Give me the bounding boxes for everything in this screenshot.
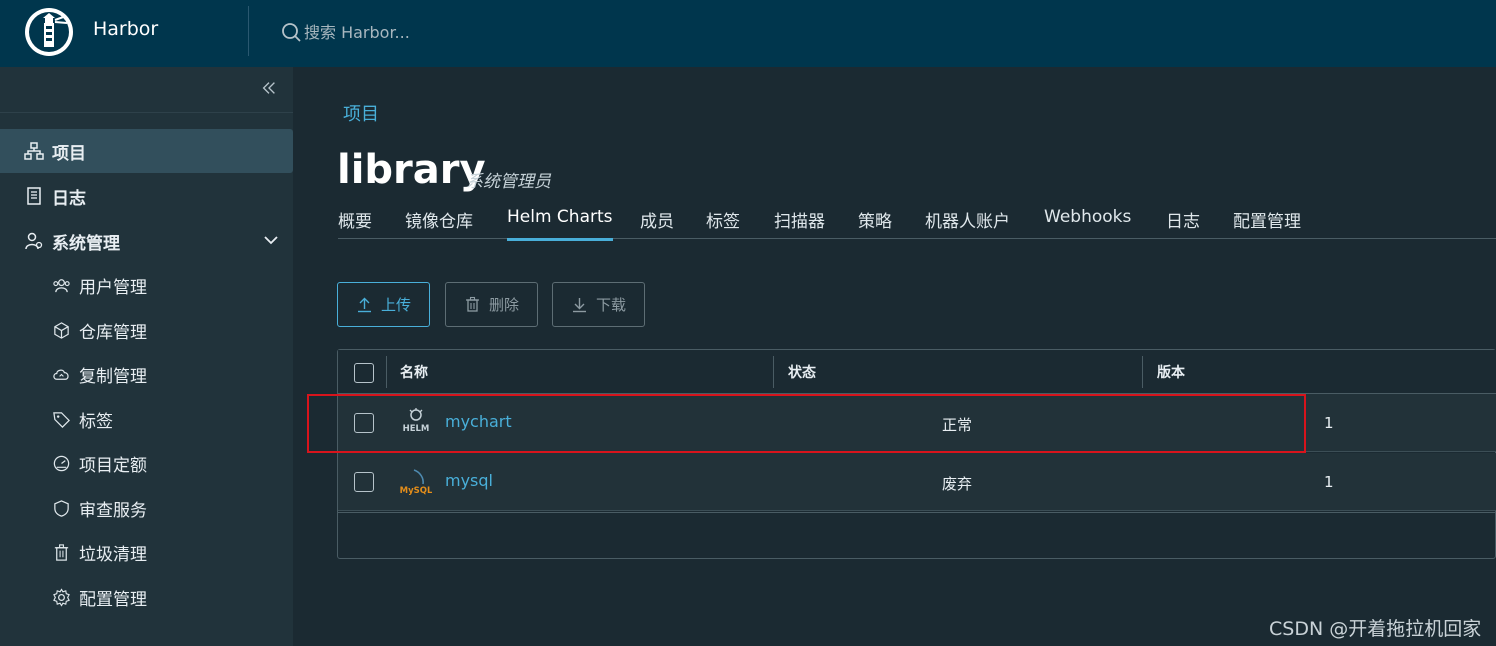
- search-input[interactable]: [304, 22, 664, 42]
- users-icon: [53, 278, 70, 292]
- tab-policy[interactable]: 策略: [858, 207, 892, 239]
- sidebar-item-config[interactable]: 配置管理: [0, 575, 293, 619]
- role-badge: 系统管理员: [466, 172, 551, 192]
- brand-name: Harbor: [93, 18, 159, 40]
- sidebar-item-label: 仓库管理: [79, 322, 147, 343]
- delete-button[interactable]: 删除: [445, 282, 538, 327]
- row-checkbox[interactable]: [354, 472, 374, 492]
- registry-icon: [54, 321, 69, 339]
- download-button[interactable]: 下载: [552, 282, 645, 327]
- tab-helm-charts[interactable]: Helm Charts: [507, 207, 613, 241]
- sidebar-item-interrogation[interactable]: 审查服务: [0, 486, 293, 530]
- upload-icon: [357, 297, 371, 313]
- upload-label: 上传: [380, 297, 411, 314]
- tab-logs[interactable]: 日志: [1166, 207, 1200, 239]
- sidebar-divider: [0, 112, 293, 113]
- page-title: library: [337, 147, 486, 193]
- sidebar-item-label: 日志: [52, 188, 86, 209]
- sidebar: 项目 日志 系统管理 用户管理 仓库管理 复制管理 标签 项目定额 审查服务 垃…: [0, 67, 293, 646]
- tab-scanner[interactable]: 扫描器: [774, 207, 825, 239]
- sidebar-item-logs[interactable]: 日志: [0, 174, 293, 218]
- upload-button[interactable]: 上传: [337, 282, 430, 327]
- trash-icon: [54, 543, 69, 561]
- system-admin-icon: [25, 232, 43, 250]
- chart-status: 废弃: [942, 475, 973, 493]
- tag-icon: [53, 411, 70, 428]
- column-separator: [386, 356, 387, 388]
- tab-robot-accounts[interactable]: 机器人账户: [925, 207, 1010, 239]
- header-divider: [248, 6, 249, 56]
- charts-table: 名称 状态 版本 HELM mychart 正常 1 MySQL mysql 废…: [337, 349, 1496, 559]
- download-icon: [572, 298, 586, 313]
- global-search: [280, 18, 680, 46]
- column-header-version[interactable]: 版本: [1157, 362, 1185, 382]
- replication-icon: [53, 369, 69, 380]
- chart-version: 1: [1324, 473, 1334, 491]
- sidebar-item-labels[interactable]: 标签: [0, 397, 293, 441]
- breadcrumb[interactable]: 项目: [343, 100, 379, 126]
- column-separator[interactable]: [1142, 356, 1143, 388]
- chart-name-link[interactable]: mysql: [445, 471, 493, 490]
- tab-members[interactable]: 成员: [640, 207, 674, 239]
- sidebar-item-quotas[interactable]: 项目定额: [0, 441, 293, 485]
- sidebar-item-label: 配置管理: [79, 589, 147, 610]
- chart-version: 1: [1324, 414, 1334, 432]
- sidebar-item-label: 项目定额: [79, 455, 147, 476]
- sidebar-item-label: 系统管理: [52, 233, 120, 254]
- sidebar-item-gc[interactable]: 垃圾清理: [0, 530, 293, 574]
- sidebar-item-replication[interactable]: 复制管理: [0, 352, 293, 396]
- sidebar-item-users[interactable]: 用户管理: [0, 263, 293, 307]
- app-header: Harbor: [0, 0, 1496, 67]
- mysql-icon: MySQL: [400, 469, 432, 496]
- quota-icon: [53, 455, 70, 471]
- sidebar-item-label: 复制管理: [79, 366, 147, 387]
- log-icon: [27, 187, 41, 205]
- tab-labels[interactable]: 标签: [706, 207, 740, 239]
- sidebar-item-label: 审查服务: [79, 500, 147, 521]
- sidebar-item-label: 用户管理: [79, 277, 147, 298]
- watermark: CSDN @开着拖拉机回家: [1269, 618, 1482, 640]
- table-header: 名称 状态 版本: [338, 350, 1496, 394]
- delete-label: 删除: [488, 297, 519, 314]
- collapse-sidebar-icon[interactable]: [260, 79, 280, 99]
- column-header-status[interactable]: 状态: [788, 362, 816, 382]
- sidebar-item-label: 垃圾清理: [79, 544, 147, 565]
- sidebar-item-system-admin[interactable]: 系统管理: [0, 219, 293, 263]
- sidebar-item-projects[interactable]: 项目: [0, 129, 293, 173]
- tab-bar: 概要 镜像仓库 Helm Charts 成员 标签 扫描器 策略 机器人账户 W…: [338, 207, 1496, 241]
- highlight-box: [307, 394, 1306, 453]
- project-icon: [24, 142, 44, 160]
- select-all-checkbox[interactable]: [354, 363, 374, 383]
- sidebar-item-registries[interactable]: 仓库管理: [0, 308, 293, 352]
- harbor-logo-icon[interactable]: [24, 7, 74, 57]
- tab-repositories[interactable]: 镜像仓库: [405, 207, 473, 239]
- column-header-name[interactable]: 名称: [400, 362, 428, 382]
- tab-configuration[interactable]: 配置管理: [1233, 207, 1301, 239]
- main-content: 项目 library 系统管理员 概要 镜像仓库 Helm Charts 成员 …: [293, 67, 1496, 646]
- mysql-icon-text: MySQL: [400, 486, 432, 496]
- download-label: 下载: [595, 297, 626, 314]
- tab-summary[interactable]: 概要: [338, 207, 372, 239]
- sidebar-item-label: 项目: [52, 143, 86, 164]
- sidebar-item-label: 标签: [79, 411, 113, 432]
- table-row[interactable]: MySQL mysql 废弃 1: [338, 453, 1496, 511]
- column-separator[interactable]: [773, 356, 774, 388]
- chevron-down-icon[interactable]: [262, 231, 280, 249]
- search-icon: [282, 23, 301, 42]
- tab-webhooks[interactable]: Webhooks: [1044, 207, 1131, 239]
- gear-icon: [53, 587, 70, 607]
- table-footer: [338, 512, 1496, 558]
- trash-icon: [465, 296, 479, 312]
- shield-icon: [54, 499, 69, 517]
